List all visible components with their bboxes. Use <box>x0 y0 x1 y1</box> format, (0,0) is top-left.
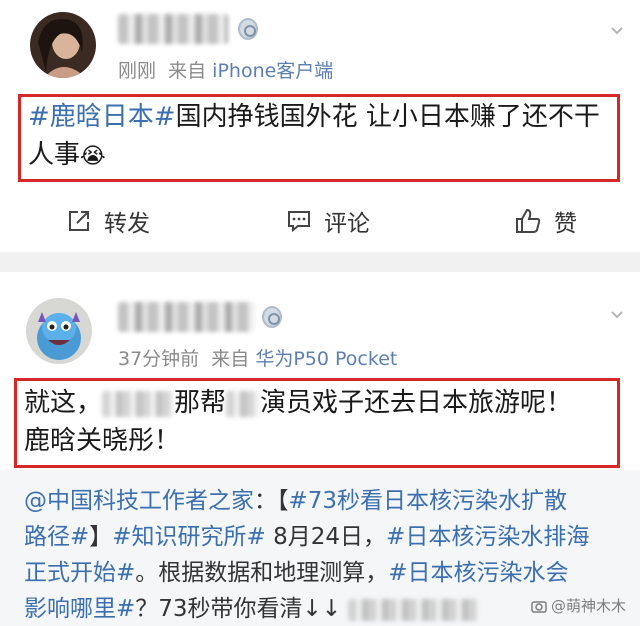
post-time: 37分钟前 <box>118 348 200 370</box>
hashtag-link[interactable]: #日本核污染水会 <box>388 560 568 586</box>
action-bar: 转发 评论 赞 <box>0 200 640 242</box>
source-link[interactable]: iPhone客户端 <box>212 60 333 82</box>
repost-line-1: @中国科技工作者之家：【#73秒看日本核污染水扩散 <box>24 484 567 518</box>
avatar[interactable] <box>26 298 92 364</box>
post-text: 演员戏子还去日本旅游呢！ <box>260 388 573 418</box>
repost-line-4: 影响哪里#？73秒带你看清↓↓ <box>24 592 479 626</box>
repost-text: 】 <box>89 524 113 550</box>
thumbs-up-icon <box>516 208 541 233</box>
redacted-text <box>102 390 175 417</box>
like-label: 赞 <box>554 211 577 237</box>
comment-label: 评论 <box>324 211 370 237</box>
via-label: 来自 <box>211 348 250 370</box>
chevron-down-icon[interactable] <box>610 308 624 322</box>
repost-text: ：【 <box>254 488 289 514</box>
watermark-text: @萌神木木 <box>550 597 626 615</box>
hashtag-link[interactable]: #鹿晗日本# <box>28 102 176 132</box>
post-text-line2: 鹿晗关晓彤！ <box>24 426 181 456</box>
repost-button[interactable]: 转发 <box>66 200 150 242</box>
repost-text: 。根据数据和地理测算， <box>135 560 389 586</box>
feed-divider <box>0 252 640 272</box>
hashtag-link[interactable]: #73秒看日本核污染水扩散 <box>289 488 568 514</box>
post-meta: 37分钟前 来自 华为P50 Pocket <box>118 344 397 371</box>
post-content: #鹿晗日本#国内挣钱国外花 让小日本赚了还不干 人事😭 <box>28 98 600 176</box>
hashtag-link[interactable]: 正式开始# <box>24 560 135 586</box>
redacted-text <box>226 390 261 417</box>
repost-line-2: 路径#】#知识研究所# 8月24日，#日本核污染水排海 <box>24 520 589 554</box>
badge-icon <box>262 306 282 328</box>
camera-icon <box>531 600 547 613</box>
post-time: 刚刚 <box>118 60 157 82</box>
post-2: 37分钟前 来自 华为P50 Pocket 就这， 那帮 演员戏子还去日本旅游呢！ … <box>0 272 640 470</box>
hashtag-link[interactable]: #知识研究所# <box>112 524 266 550</box>
repost-text: ？73秒带你看清↓↓ <box>135 596 342 622</box>
crying-emoji-icon: 😭 <box>80 144 106 169</box>
repost-line-3: 正式开始#。根据数据和地理测算，#日本核污染水会 <box>24 556 569 590</box>
post-meta: 刚刚 来自 iPhone客户端 <box>118 56 333 83</box>
post-text: 国内挣钱国外花 让小日本赚了还不干 <box>175 102 600 132</box>
avatar[interactable] <box>30 12 96 78</box>
mention-link[interactable]: @中国科技工作者之家 <box>24 488 254 514</box>
repost-card[interactable]: @中国科技工作者之家：【#73秒看日本核污染水扩散 路径#】#知识研究所# 8月… <box>0 470 640 626</box>
redacted-text <box>348 598 479 621</box>
post-content: 就这， 那帮 演员戏子还去日本旅游呢！ 鹿晗关晓彤！ <box>24 384 572 460</box>
username-redacted[interactable] <box>118 302 254 332</box>
watermark: @萌神木木 <box>531 595 626 616</box>
chevron-down-icon[interactable] <box>610 24 624 38</box>
comment-button[interactable]: 评论 <box>286 200 370 242</box>
comment-icon <box>288 211 310 233</box>
hashtag-link[interactable]: 影响哪里# <box>24 596 135 622</box>
username-redacted[interactable] <box>118 14 228 44</box>
repost-text: 8月24日， <box>265 524 387 550</box>
via-label: 来自 <box>168 60 207 82</box>
like-button[interactable]: 赞 <box>514 200 577 242</box>
repost-label: 转发 <box>104 211 150 237</box>
post-text-line2: 人事 <box>28 140 81 170</box>
source-link[interactable]: 华为P50 Pocket <box>255 348 397 370</box>
hashtag-link[interactable]: #日本核污染水排海 <box>386 524 589 550</box>
hashtag-link[interactable]: 路径# <box>24 524 89 550</box>
post-text: 就这， <box>24 388 103 418</box>
post-1: 刚刚 来自 iPhone客户端 #鹿晗日本#国内挣钱国外花 让小日本赚了还不干 … <box>0 0 640 252</box>
post-text: 那帮 <box>174 388 227 418</box>
share-icon <box>69 211 89 231</box>
badge-icon <box>238 18 258 40</box>
